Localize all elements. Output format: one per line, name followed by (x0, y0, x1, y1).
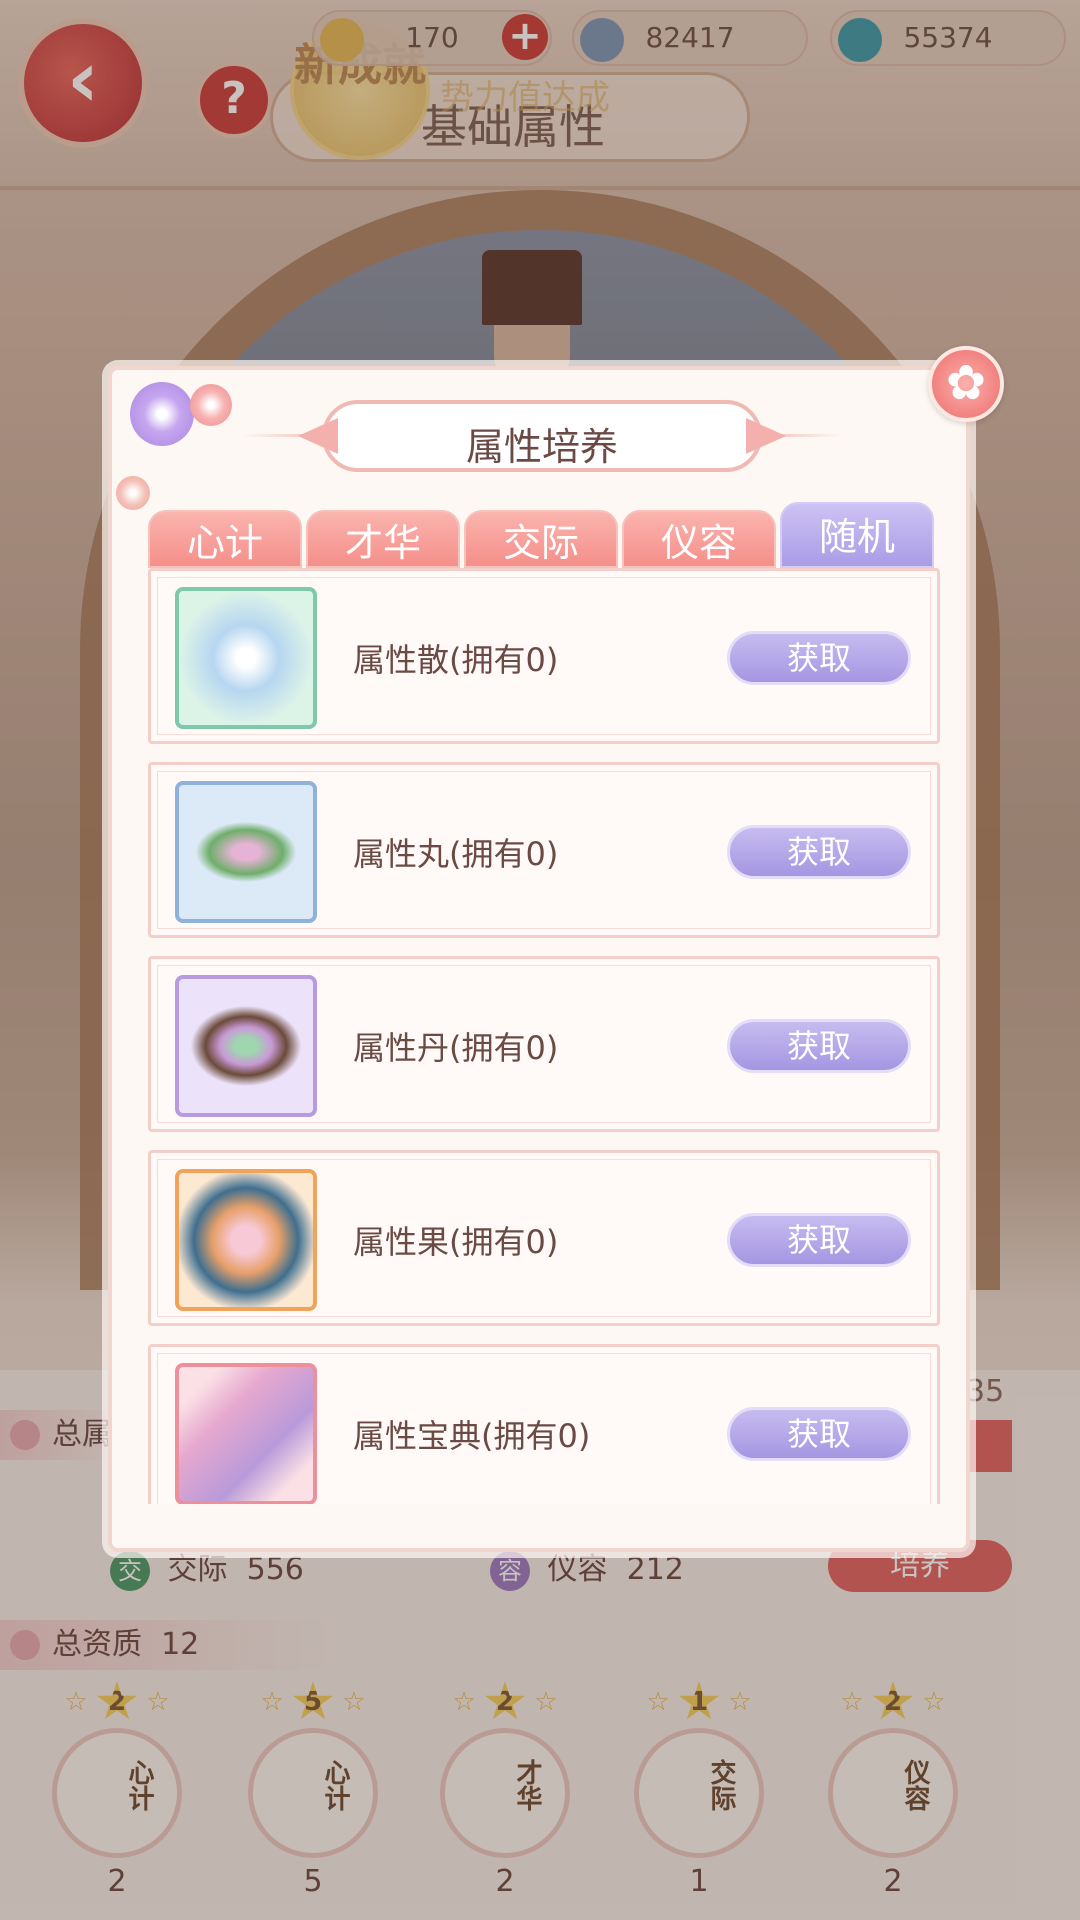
item-list[interactable]: 属性散(拥有0) 获取 属性丸(拥有0) 获取 属性丹(拥有0) 获取 属性果(… (148, 568, 940, 1504)
powder-box-icon (175, 587, 317, 729)
tab-random[interactable]: 随机 (780, 502, 934, 568)
item-name: 属性丸(拥有0) (353, 835, 559, 873)
get-button[interactable]: 获取 (727, 1213, 911, 1267)
dialog-title-plate: 属性培养 (322, 400, 762, 472)
elixir-tray-icon (175, 975, 317, 1117)
attribute-training-dialog: 属性培养 ✿ 心计 才华 交际 仪容 随机 属性散(拥有0) 获取 属性丸(拥有… (108, 346, 1004, 1552)
flower-decoration-icon (190, 384, 232, 426)
get-button[interactable]: 获取 (727, 1407, 911, 1461)
flower-decoration-icon (130, 382, 194, 446)
book-icon (175, 1363, 317, 1504)
item-name: 属性散(拥有0) (353, 641, 559, 679)
flower-decoration-icon (116, 476, 150, 510)
list-item: 属性果(拥有0) 获取 (148, 1150, 940, 1326)
get-button[interactable]: 获取 (727, 825, 911, 879)
tab-social[interactable]: 交际 (464, 510, 618, 568)
item-name: 属性果(拥有0) (353, 1223, 559, 1261)
tab-scheming[interactable]: 心计 (148, 510, 302, 568)
tab-appearance[interactable]: 仪容 (622, 510, 776, 568)
list-item: 属性散(拥有0) 获取 (148, 568, 940, 744)
category-tabs: 心计 才华 交际 仪容 随机 (148, 502, 938, 568)
dialog-title: 属性培养 (465, 425, 618, 469)
list-item: 属性丸(拥有0) 获取 (148, 762, 940, 938)
pill-leaf-icon (175, 781, 317, 923)
close-button[interactable]: ✿ (928, 346, 1004, 422)
tab-talent[interactable]: 才华 (306, 510, 460, 568)
list-item: 属性丹(拥有0) 获取 (148, 956, 940, 1132)
peach-plate-icon (175, 1169, 317, 1311)
item-name: 属性宝典(拥有0) (353, 1417, 591, 1455)
get-button[interactable]: 获取 (727, 1019, 911, 1073)
item-name: 属性丹(拥有0) (353, 1029, 559, 1067)
list-item: 属性宝典(拥有0) 获取 (148, 1344, 940, 1504)
get-button[interactable]: 获取 (727, 631, 911, 685)
